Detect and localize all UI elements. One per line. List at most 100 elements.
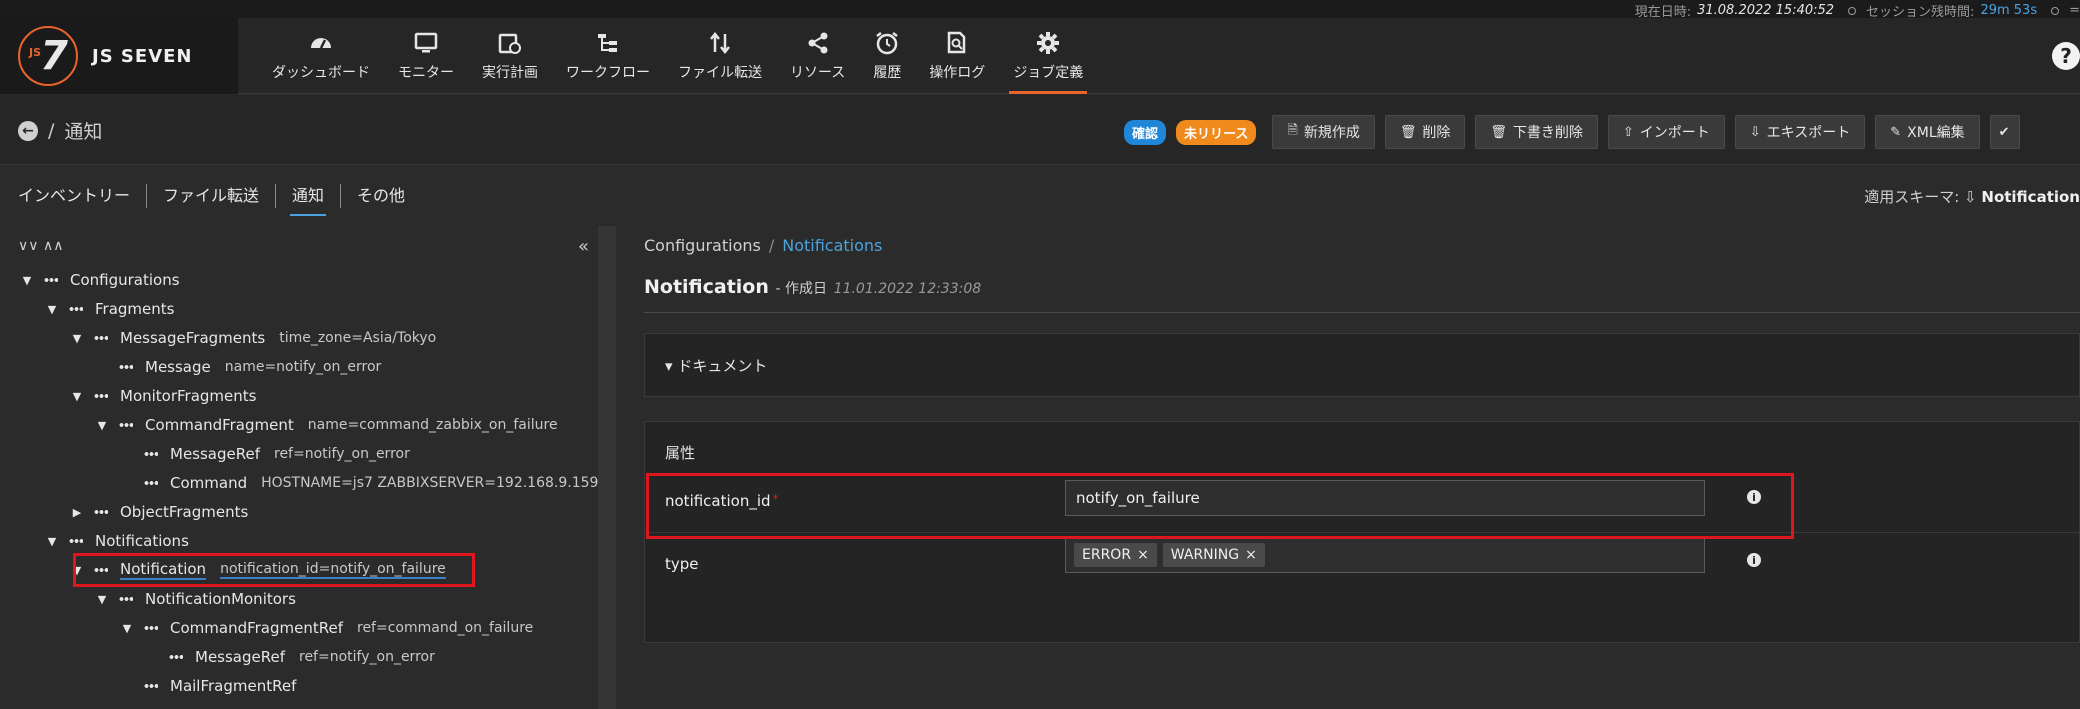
- nav-job-definition[interactable]: ジョブ定義: [999, 18, 1097, 94]
- delete-button[interactable]: 🗑 削除: [1384, 115, 1466, 149]
- calendar-clock-icon: [498, 33, 521, 54]
- tree-node[interactable]: ▼ Notifications: [45, 527, 189, 555]
- breadcrumb-notifications[interactable]: Notifications: [782, 236, 882, 255]
- more-dots-icon[interactable]: [169, 652, 187, 662]
- tree-node-label: MonitorFragments: [120, 387, 257, 405]
- breadcrumb-configurations[interactable]: Configurations: [644, 236, 761, 255]
- tree-node[interactable]: MailFragmentRef: [120, 672, 296, 700]
- nav-resources[interactable]: リソース: [776, 18, 859, 94]
- remove-chip-icon[interactable]: ×: [1137, 547, 1149, 563]
- tree-node-label: CommandFragmentRef: [170, 619, 343, 637]
- info-icon[interactable]: i: [1747, 553, 1761, 567]
- remove-chip-icon[interactable]: ×: [1245, 547, 1257, 563]
- overflow-dash-icon: =: [2069, 3, 2080, 18]
- download-icon[interactable]: ⇩: [1964, 188, 1977, 206]
- new-button[interactable]: 🗎 新規作成: [1272, 115, 1375, 149]
- collapse-pane-icon[interactable]: «: [578, 236, 589, 257]
- tree-scrollbar[interactable]: [598, 226, 616, 709]
- tree-node[interactable]: ▼ Fragments: [45, 295, 175, 323]
- help-icon[interactable]: ?: [2052, 42, 2080, 70]
- tree-node[interactable]: ▼ MonitorFragments: [70, 382, 257, 410]
- caret-down-icon[interactable]: ▼: [45, 535, 59, 548]
- more-dots-icon[interactable]: [119, 362, 137, 372]
- caret-down-icon[interactable]: ▼: [95, 593, 109, 606]
- more-dots-icon[interactable]: [69, 304, 87, 314]
- tree-node-label: Configurations: [70, 271, 180, 289]
- xml-edit-button[interactable]: ✎ XML編集: [1875, 115, 1980, 149]
- nav-file-transfer[interactable]: ファイル転送: [664, 18, 776, 94]
- tree-node[interactable]: ▶ ObjectFragments: [70, 498, 249, 526]
- status-dot-icon: [2051, 6, 2060, 15]
- main-navbar: JS 7 JS SEVEN ダッシュボード モニター 実行計画 ワークフロー フ…: [0, 18, 2080, 94]
- export-button[interactable]: ⇩ エキスポート: [1734, 115, 1866, 149]
- caret-down-icon[interactable]: ▼: [95, 419, 109, 432]
- tree-node-attribute: HOSTNAME=js7 ZABBIXSERVER=192.168.9.159 …: [261, 475, 625, 491]
- nav-history[interactable]: 履歴: [859, 18, 915, 94]
- nav-audit-log[interactable]: 操作ログ: [915, 18, 999, 94]
- more-dots-icon[interactable]: [44, 275, 62, 285]
- tree-node-attribute: ref=notify_on_error: [299, 649, 435, 665]
- tree-node[interactable]: ▼ MessageFragments time_zone=Asia/Tokyo: [70, 324, 436, 352]
- tree-node[interactable]: MessageRef ref=notify_on_error: [145, 643, 435, 671]
- tree-node[interactable]: Message name=notify_on_error: [95, 353, 381, 381]
- tree-node[interactable]: ▼ Configurations: [20, 266, 180, 294]
- tree-node-label: Command: [170, 474, 248, 492]
- more-dots-icon[interactable]: [144, 449, 162, 459]
- more-dots-icon[interactable]: [144, 623, 162, 633]
- check-button[interactable]: ✔: [1989, 115, 2020, 149]
- caret-right-icon[interactable]: ▶: [70, 506, 84, 519]
- status-dot-icon: [1848, 6, 1857, 15]
- trash-icon: 🗑: [1399, 124, 1417, 140]
- tree-node-label: NotificationMonitors: [145, 590, 296, 608]
- content-title: Notification - 作成日 11.01.2022 12:33:08: [644, 276, 982, 298]
- content-breadcrumb: Configurations / Notifications: [644, 236, 883, 255]
- caret-down-icon[interactable]: ▼: [20, 274, 34, 287]
- tree-node[interactable]: ▼ CommandFragmentRef ref=command_on_failur…: [120, 614, 534, 642]
- status-badge-unreleased: 未リリース: [1176, 119, 1257, 145]
- tree-node-label: CommandFragment: [145, 416, 294, 434]
- expand-collapse-all-icon[interactable]: ∨∨ ∧∧: [18, 238, 63, 254]
- nav-items: ダッシュボード モニター 実行計画 ワークフロー ファイル転送 リソース 履歴: [258, 18, 1097, 94]
- import-button[interactable]: ⇧ インポート: [1607, 115, 1725, 149]
- file-icon: 🗎: [1287, 123, 1298, 138]
- tree-node-label: ObjectFragments: [120, 503, 249, 521]
- document-panel[interactable]: ▾ ドキュメント: [644, 333, 2080, 397]
- tree-node[interactable]: ▼ NotificationMonitors: [95, 585, 296, 613]
- more-dots-icon[interactable]: [119, 594, 137, 604]
- nav-workflow[interactable]: ワークフロー: [552, 18, 664, 94]
- more-dots-icon[interactable]: [94, 391, 112, 401]
- trash-icon: 🗑: [1490, 124, 1507, 140]
- more-dots-icon[interactable]: [144, 681, 162, 691]
- tab-notification[interactable]: 通知: [276, 184, 342, 216]
- tree-node-attribute: name=command_zabbix_on_failure: [307, 417, 558, 433]
- more-dots-icon[interactable]: [144, 478, 162, 488]
- caret-down-icon[interactable]: ▼: [70, 332, 84, 345]
- more-dots-icon[interactable]: [69, 536, 87, 546]
- delete-draft-button[interactable]: 🗑 下書き削除: [1475, 115, 1598, 149]
- back-arrow-icon[interactable]: ←: [18, 120, 38, 141]
- tab-inventory[interactable]: インベントリー: [18, 184, 148, 208]
- pencil-icon: ✎: [1890, 124, 1902, 140]
- more-dots-icon[interactable]: [94, 507, 112, 517]
- tab-file-transfer[interactable]: ファイル転送: [147, 184, 277, 208]
- more-dots-icon[interactable]: [119, 420, 137, 430]
- caret-down-icon[interactable]: ▼: [70, 390, 84, 403]
- more-dots-icon[interactable]: [94, 333, 112, 343]
- type-multiselect[interactable]: ERROR × WARNING ×: [1065, 537, 1705, 573]
- tree-node-label: MailFragmentRef: [170, 677, 297, 695]
- caret-down-icon[interactable]: ▼: [120, 622, 134, 635]
- tree-node[interactable]: Command HOSTNAME=js7 ZABBIXSERVER=192.168…: [120, 469, 624, 497]
- tree-node[interactable]: ▼ CommandFragment name=command_zabbix_on_f…: [95, 411, 558, 439]
- app-logo[interactable]: JS 7 JS SEVEN: [0, 18, 238, 94]
- nav-dashboard[interactable]: ダッシュボード: [258, 18, 384, 94]
- caret-down-icon[interactable]: ▼: [45, 303, 59, 316]
- nav-schedule[interactable]: 実行計画: [468, 18, 552, 94]
- schema-value[interactable]: Notification: [1981, 188, 2080, 206]
- nav-monitor[interactable]: モニター: [384, 18, 468, 94]
- tree-node[interactable]: MessageRef ref=notify_on_error: [120, 440, 410, 468]
- crumb-separator: /: [48, 119, 55, 142]
- page-breadcrumb: ← / 通知: [18, 117, 102, 144]
- logo-mark-icon: JS 7: [18, 26, 78, 86]
- page-header: ← / 通知 確認 未リリース 🗎 新規作成 🗑 削除 🗑 下書き削除 ⇧ インポート …: [0, 95, 2080, 165]
- tab-other[interactable]: その他: [341, 184, 421, 208]
